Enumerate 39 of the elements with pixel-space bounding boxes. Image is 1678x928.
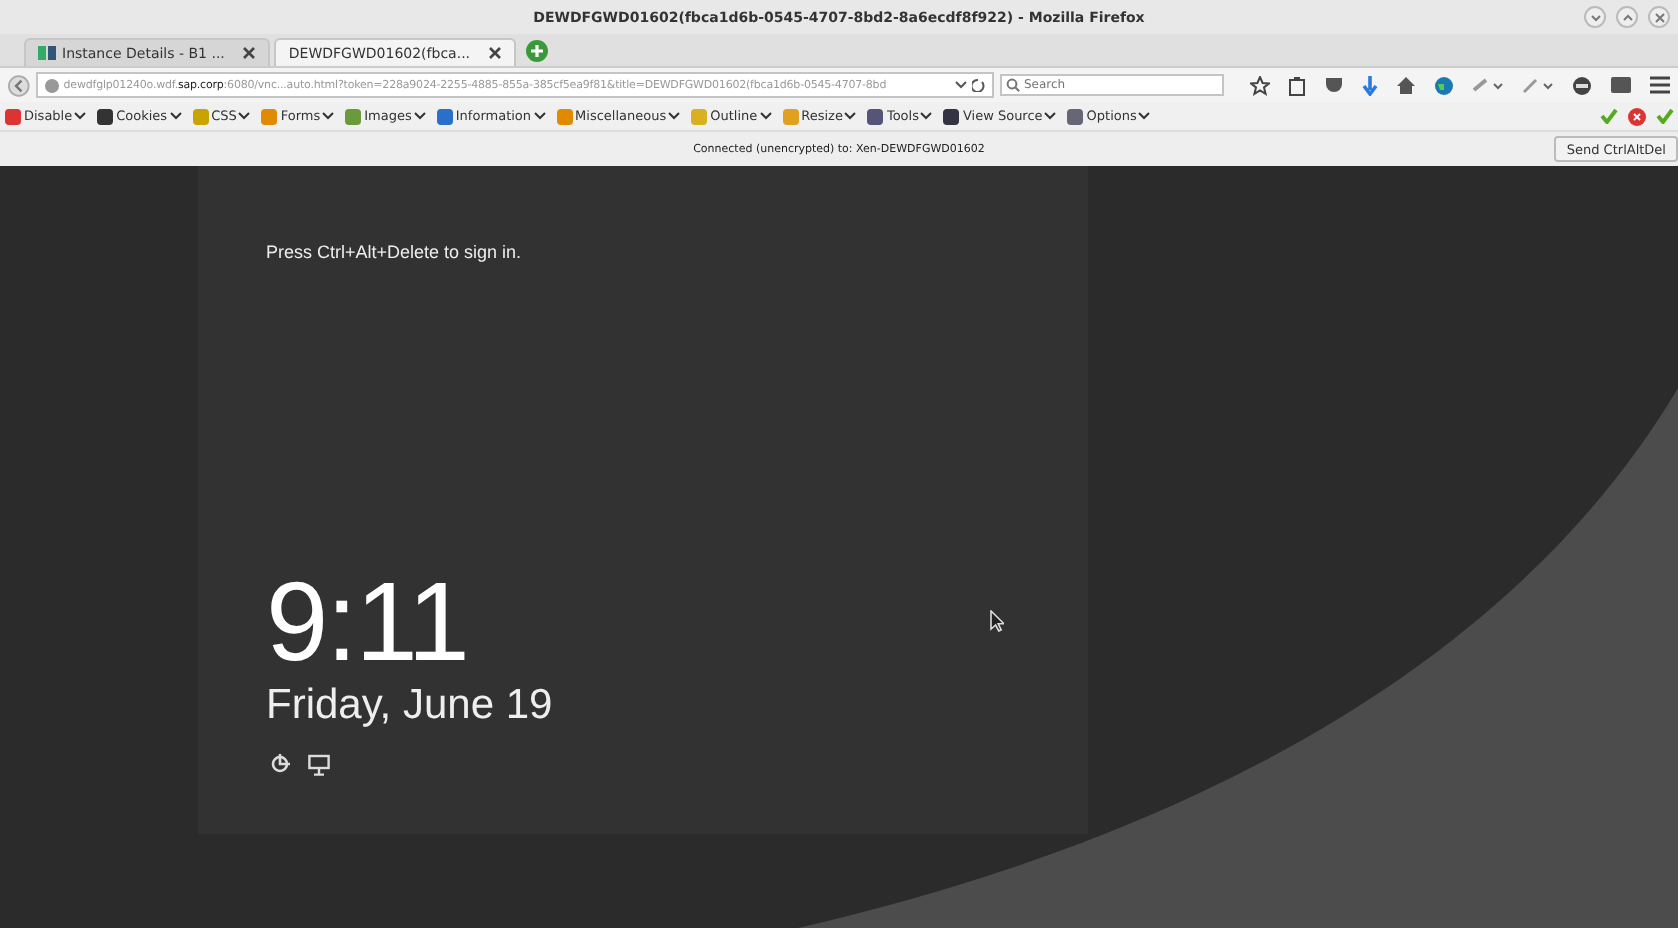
caret-icon[interactable] bbox=[954, 78, 968, 92]
clock-date: Friday, June 19 bbox=[266, 682, 553, 730]
home-icon[interactable] bbox=[1396, 76, 1416, 94]
bookmark-star-icon[interactable] bbox=[1250, 75, 1270, 95]
caret-icon bbox=[844, 112, 857, 120]
caret-icon bbox=[322, 112, 335, 120]
close-icon[interactable] bbox=[242, 46, 257, 60]
error-icon[interactable] bbox=[1628, 107, 1646, 125]
sign-in-prompt: Press Ctrl+Alt+Delete to sign in. bbox=[266, 242, 522, 262]
back-button[interactable] bbox=[8, 73, 30, 97]
check-icon[interactable] bbox=[1656, 107, 1674, 123]
minimize-icon bbox=[1589, 11, 1601, 23]
caret-icon bbox=[413, 112, 426, 120]
new-tab-button[interactable] bbox=[526, 39, 549, 61]
caret-icon bbox=[759, 112, 772, 120]
reload-icon[interactable] bbox=[972, 78, 986, 92]
caret-icon bbox=[533, 112, 546, 120]
close-icon bbox=[1653, 11, 1665, 23]
caret-icon bbox=[668, 112, 681, 120]
close-button[interactable] bbox=[1648, 6, 1670, 28]
clipboard-icon[interactable] bbox=[1288, 75, 1306, 95]
clock-time: 9:11 bbox=[266, 566, 468, 678]
maximize-icon bbox=[1621, 11, 1633, 23]
download-icon[interactable] bbox=[1362, 75, 1378, 95]
site-icon bbox=[38, 44, 56, 62]
caret-icon bbox=[238, 112, 251, 120]
screen-icon[interactable] bbox=[1610, 76, 1632, 94]
menu-icon[interactable] bbox=[1650, 76, 1670, 94]
check-icon[interactable] bbox=[1600, 107, 1618, 123]
close-icon[interactable] bbox=[488, 46, 503, 60]
caret-icon bbox=[920, 112, 933, 120]
caret-icon bbox=[169, 112, 182, 120]
caret-icon bbox=[74, 112, 87, 120]
search-icon bbox=[1006, 78, 1020, 92]
caret-icon bbox=[1138, 112, 1151, 120]
caret-icon bbox=[1044, 112, 1057, 120]
minimize-button[interactable] bbox=[1584, 6, 1606, 28]
maximize-button[interactable] bbox=[1616, 6, 1638, 28]
mouse-cursor-icon bbox=[990, 610, 1004, 632]
